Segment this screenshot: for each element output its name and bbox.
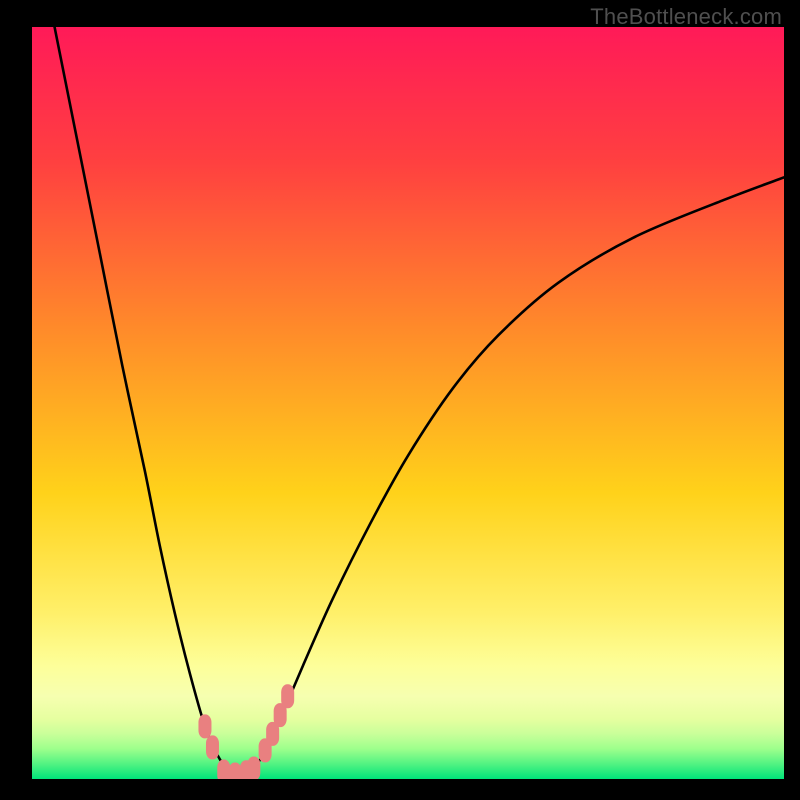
watermark-text: TheBottleneck.com	[590, 4, 782, 30]
marker-point	[247, 756, 260, 779]
marker-point	[281, 684, 294, 708]
marker-point	[198, 714, 211, 738]
marker-point	[217, 759, 230, 779]
chart-frame: TheBottleneck.com	[0, 0, 800, 800]
chart-svg	[32, 27, 784, 779]
marker-point	[206, 735, 219, 759]
plot-area	[32, 27, 784, 779]
marker-point	[229, 762, 242, 779]
gradient-background	[32, 27, 784, 779]
